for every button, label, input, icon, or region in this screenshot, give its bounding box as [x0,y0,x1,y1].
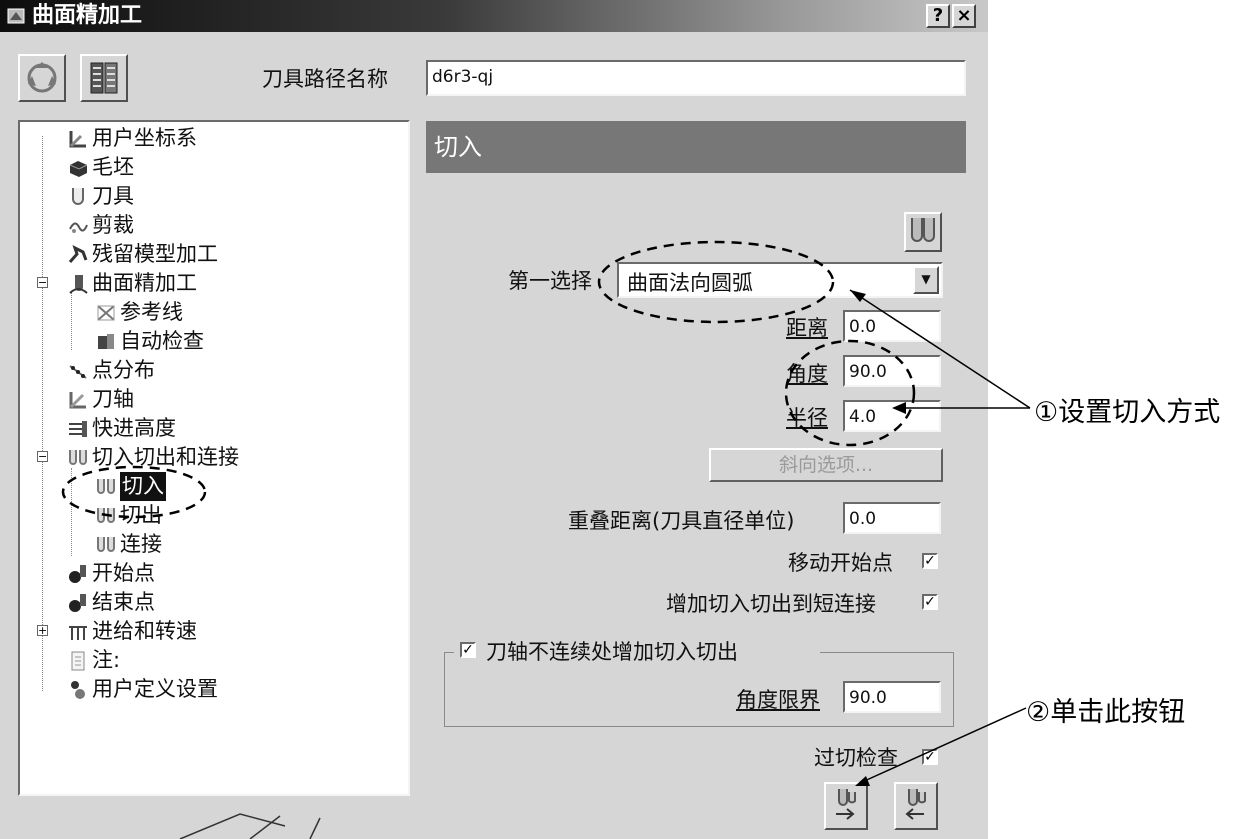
annotation-click-button: ②单击此按钮 [1026,697,1186,728]
move-start-checkbox[interactable]: ✓ [922,553,938,569]
add-leads-short-checkbox[interactable]: ✓ [922,594,938,610]
recycle-icon [27,62,57,93]
toolpath-name-input[interactable]: d6r3-qj [426,60,966,96]
first-choice-select[interactable]: 曲面法向圆弧 ▼ [617,262,943,298]
start-point-icon [69,565,86,583]
distance-label: 距离 [786,316,828,340]
help-button[interactable]: ? [926,4,950,28]
title-bar[interactable]: 曲面精加工 ? × [0,0,988,32]
section-header: 切入 [426,121,966,173]
move-start-label: 移动开始点 [788,551,893,575]
expand-toggle[interactable]: − [37,451,48,462]
first-choice-label: 第一选择 [508,269,592,293]
toolpath-name-label: 刀具路径名称 [262,67,388,91]
block-icon [69,161,88,177]
lead-in-icon [911,218,935,242]
copy-to-lead-out-icon [836,789,856,820]
axis-discontinuity-label: 刀轴不连续处增加切入切出 [486,640,738,664]
links-icon [97,537,115,552]
reference-line-icon [97,305,115,321]
chevron-down-icon[interactable]: ▼ [913,266,939,294]
user-coordinate-icon [69,131,86,148]
axis-discontinuity-checkbox[interactable]: ✓ [460,642,476,658]
leads-links-icon [69,450,87,465]
surface-finishing-icon [69,275,88,294]
gouge-check-label: 过切检查 [814,746,898,770]
rapid-height-icon [69,421,87,437]
angle-limit-label: 角度限界 [736,688,820,712]
point-distribution-icon [69,365,87,379]
lead-in-preview-button[interactable] [904,212,942,252]
annotation-set-lead-in: ①设置切入方式 [1034,397,1221,428]
overlap-distance-label: 重叠距离(刀具直径单位) [568,509,795,533]
auto-check-icon [98,334,114,349]
window-title: 曲面精加工 [32,3,143,28]
preview-graphic [179,813,321,839]
surface-finishing-dialog: 曲面精加工 ? × 刀具路径名称 d6r3-qj 用户坐标系 毛坯 刀具 剪裁 … [0,0,988,839]
feeds-speeds-icon [69,626,87,640]
app-icon [7,8,25,24]
end-point-icon [69,594,86,612]
recycle-button[interactable] [18,54,66,102]
trim-icon [69,222,88,233]
expand-toggle[interactable]: + [37,625,48,636]
copy-lead-out-to-in-button[interactable] [894,782,938,830]
angle-label: 角度 [786,362,828,386]
radius-label: 半径 [786,406,828,430]
settings-tree: 用户坐标系 毛坯 刀具 剪裁 残留模型加工 − 曲面精加工 参考线 自动检查 点… [18,120,410,796]
lead-out-icon [97,508,115,523]
gouge-check-checkbox[interactable]: ✓ [922,749,938,765]
copy-lead-in-to-out-button[interactable] [824,782,868,830]
lead-in-icon [97,479,115,494]
notes-icon [71,651,85,671]
user-settings-icon [71,681,85,699]
ramp-options-button[interactable]: 斜向选项... [709,448,943,482]
toolpath-library-button[interactable] [80,54,128,102]
add-leads-short-label: 增加切入切出到短连接 [666,592,876,616]
close-button[interactable]: × [952,4,976,28]
tool-axis-icon [69,392,86,409]
rest-model-icon [68,245,88,263]
radius-input[interactable]: 4.0 [843,400,941,432]
angle-limit-input[interactable]: 90.0 [843,681,941,713]
overlap-distance-input[interactable]: 0.0 [843,502,941,534]
copy-to-lead-in-icon [905,789,926,820]
distance-input[interactable]: 0.0 [843,310,941,342]
expand-toggle[interactable]: − [37,277,48,288]
tool-icon [72,188,84,205]
angle-input[interactable]: 90.0 [843,355,941,387]
toolpath-library-icon [90,62,118,94]
